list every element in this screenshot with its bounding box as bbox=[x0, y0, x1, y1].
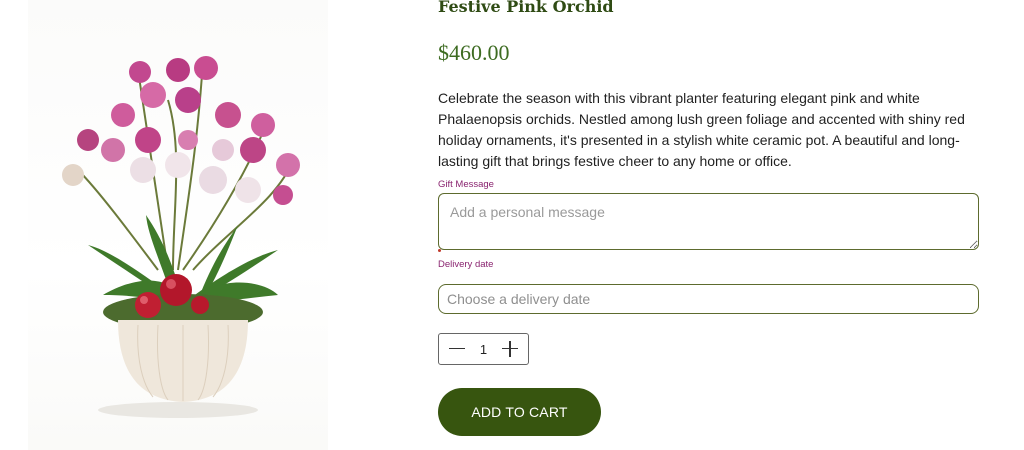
decrease-quantity-button[interactable] bbox=[447, 339, 467, 359]
product-details: Festive Pink Orchid $460.00 Celebrate th… bbox=[438, 0, 983, 450]
gift-message-field[interactable] bbox=[438, 193, 979, 250]
product-description: Celebrate the season with this vibrant p… bbox=[438, 90, 965, 169]
product-image bbox=[28, 0, 328, 450]
delivery-date-label: Delivery date bbox=[438, 259, 494, 270]
orchid-planter-image bbox=[62, 56, 300, 418]
product-price: $460.00 bbox=[438, 40, 510, 65]
increase-quantity-button[interactable] bbox=[500, 339, 520, 359]
quantity-stepper: 1 bbox=[438, 333, 529, 365]
quantity-value[interactable]: 1 bbox=[480, 342, 487, 357]
gift-message-label: Gift Message bbox=[438, 179, 494, 190]
required-indicator bbox=[438, 249, 441, 252]
delivery-date-field[interactable] bbox=[438, 284, 979, 314]
product-title: Festive Pink Orchid bbox=[438, 0, 614, 16]
add-to-cart-button[interactable]: ADD TO CART bbox=[438, 388, 601, 436]
minus-icon bbox=[449, 348, 465, 350]
